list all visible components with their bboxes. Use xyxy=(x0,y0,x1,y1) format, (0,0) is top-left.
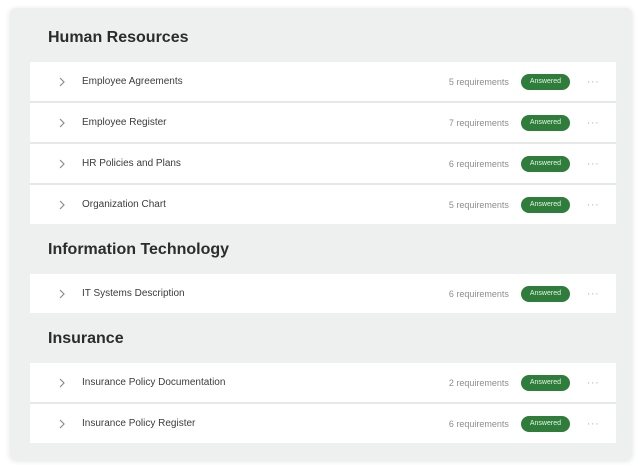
status-badge: Answered xyxy=(520,196,570,213)
more-horizontal-icon[interactable]: ··· xyxy=(586,377,600,389)
requirements-count: 5 requirements xyxy=(448,199,509,210)
section-title-insurance: Insurance xyxy=(48,330,124,347)
status-badge: Answered xyxy=(520,73,570,90)
requirements-count: 6 requirements xyxy=(448,288,509,299)
chevron-right-icon[interactable] xyxy=(56,159,68,169)
row-insurance-policy-documentation[interactable]: Insurance Policy Documentation 2 require… xyxy=(30,363,616,404)
status-badge: Answered xyxy=(520,155,570,172)
section-title-information-technology: Information Technology xyxy=(48,241,230,258)
chevron-right-icon[interactable] xyxy=(56,289,68,299)
status-badge: Answered xyxy=(520,114,570,131)
section-title-human-resources: Human Resources xyxy=(48,29,189,46)
row-label: IT Systems Description xyxy=(82,288,185,299)
row-it-systems-description[interactable]: IT Systems Description 6 requirements An… xyxy=(30,274,616,313)
chevron-right-icon[interactable] xyxy=(56,77,68,87)
row-label: Organization Chart xyxy=(82,199,166,210)
row-label: Employee Agreements xyxy=(82,76,183,87)
chevron-right-icon[interactable] xyxy=(56,378,68,388)
requirements-count: 2 requirements xyxy=(448,377,509,388)
more-horizontal-icon[interactable]: ··· xyxy=(586,76,600,88)
requirements-panel: Human Resources Employee Agreements 5 re… xyxy=(10,8,632,460)
chevron-right-icon[interactable] xyxy=(56,419,68,429)
list-human-resources: Employee Agreements 5 requirements Answe… xyxy=(30,62,616,224)
row-hr-policies-and-plans[interactable]: HR Policies and Plans 6 requirements Ans… xyxy=(30,144,616,185)
list-insurance: Insurance Policy Documentation 2 require… xyxy=(30,363,616,443)
requirements-count: 6 requirements xyxy=(448,158,509,169)
chevron-right-icon[interactable] xyxy=(56,200,68,210)
list-information-technology: IT Systems Description 6 requirements An… xyxy=(30,274,616,313)
row-insurance-policy-register[interactable]: Insurance Policy Register 6 requirements… xyxy=(30,404,616,443)
row-employee-register[interactable]: Employee Register 7 requirements Answere… xyxy=(30,103,616,144)
more-horizontal-icon[interactable]: ··· xyxy=(586,158,600,170)
status-badge: Answered xyxy=(520,285,570,302)
row-label: Insurance Policy Documentation xyxy=(82,377,226,388)
row-label: Insurance Policy Register xyxy=(82,418,196,429)
more-horizontal-icon[interactable]: ··· xyxy=(586,288,600,300)
requirements-count: 6 requirements xyxy=(448,418,509,429)
row-label: HR Policies and Plans xyxy=(82,158,181,169)
requirements-count: 7 requirements xyxy=(448,117,509,128)
row-organization-chart[interactable]: Organization Chart 5 requirements Answer… xyxy=(30,185,616,224)
chevron-right-icon[interactable] xyxy=(56,118,68,128)
more-horizontal-icon[interactable]: ··· xyxy=(586,117,600,129)
status-badge: Answered xyxy=(520,415,570,432)
more-horizontal-icon[interactable]: ··· xyxy=(586,199,600,211)
requirements-count: 5 requirements xyxy=(448,76,509,87)
status-badge: Answered xyxy=(520,374,570,391)
row-employee-agreements[interactable]: Employee Agreements 5 requirements Answe… xyxy=(30,62,616,103)
row-label: Employee Register xyxy=(82,117,167,128)
more-horizontal-icon[interactable]: ··· xyxy=(586,418,600,430)
